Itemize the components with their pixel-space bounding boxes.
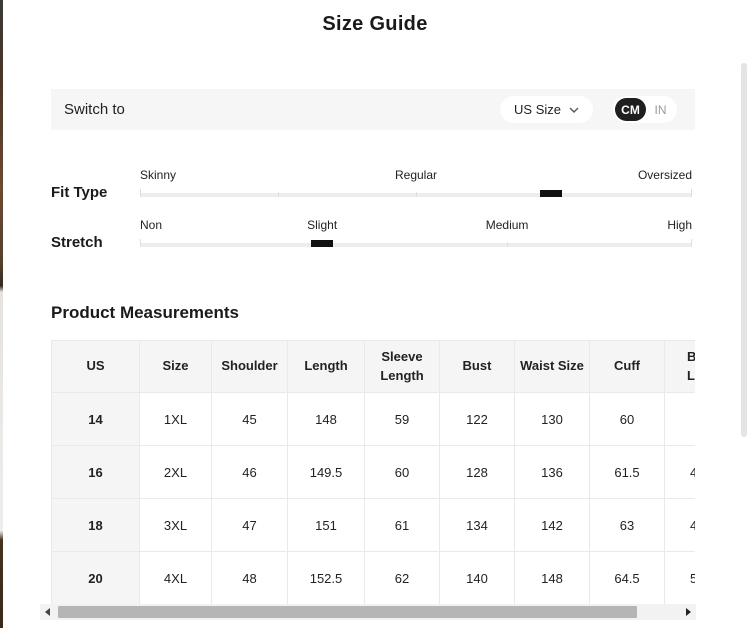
cell-size: 3XL <box>140 499 212 552</box>
switch-to-bar: Switch to US Size CM IN <box>51 89 695 130</box>
cell-cuff: 60 <box>590 393 665 446</box>
cell-sleeve-length: 61 <box>365 499 440 552</box>
fit-type-track <box>140 193 692 197</box>
product-measurements-heading: Product Measurements <box>51 303 239 323</box>
table-row: 20 4XL 48 152.5 62 140 148 64.5 5 <box>52 552 696 605</box>
cell-length: 151 <box>288 499 365 552</box>
measurements-table: US Size Shoulder Length Sleeve Length Bu… <box>51 340 695 604</box>
fit-type-indicator <box>540 190 562 197</box>
size-system-dropdown[interactable]: US Size <box>500 96 593 123</box>
page-title: Size Guide <box>0 13 750 36</box>
stretch-scale-medium: Medium <box>486 218 529 232</box>
cell-us: 16 <box>52 446 140 499</box>
col-header-bust: Bust <box>440 341 515 393</box>
col-header-sleeve-length: Sleeve Length <box>365 341 440 393</box>
fit-type-label: Fit Type <box>51 184 107 201</box>
unit-toggle: CM IN <box>613 96 677 123</box>
table-header-row: US Size Shoulder Length Sleeve Length Bu… <box>52 341 696 393</box>
size-guide-modal: Size Guide Switch to US Size CM IN Fit T… <box>0 0 750 628</box>
scroll-left-arrow-icon[interactable] <box>45 608 50 616</box>
col-header-length: Length <box>288 341 365 393</box>
vertical-scrollbar-thumb[interactable] <box>741 63 747 437</box>
cell-size: 4XL <box>140 552 212 605</box>
switch-bar-controls: US Size CM IN <box>500 96 677 123</box>
cell-bust: 128 <box>440 446 515 499</box>
cell-length: 152.5 <box>288 552 365 605</box>
horizontal-scrollbar-thumb[interactable] <box>58 606 637 618</box>
unit-in-button[interactable]: IN <box>646 98 675 121</box>
stretch-slider: Non Slight Medium High <box>140 213 692 253</box>
col-header-cuff: Cuff <box>590 341 665 393</box>
cell-waist-size: 130 <box>515 393 590 446</box>
cell-cuff: 61.5 <box>590 446 665 499</box>
cell-size: 2XL <box>140 446 212 499</box>
stretch-scale-high: High <box>667 218 692 232</box>
cell-bust: 134 <box>440 499 515 552</box>
stretch-label: Stretch <box>51 234 103 251</box>
cell-us: 18 <box>52 499 140 552</box>
table-row: 18 3XL 47 151 61 134 142 63 4 <box>52 499 696 552</box>
fit-scale-oversized: Oversized <box>638 168 692 182</box>
cell-sleeve-length: 59 <box>365 393 440 446</box>
col-header-us: US <box>52 341 140 393</box>
stretch-scale-slight: Slight <box>307 218 337 232</box>
cell-clipped: 5 <box>665 552 696 605</box>
cell-shoulder: 47 <box>212 499 288 552</box>
cell-bust: 122 <box>440 393 515 446</box>
cell-cuff: 64.5 <box>590 552 665 605</box>
fit-scale-regular: Regular <box>395 168 437 182</box>
chevron-down-icon <box>569 107 579 113</box>
fit-scale-skinny: Skinny <box>140 168 176 182</box>
switch-to-label: Switch to <box>64 101 125 118</box>
fit-type-slider: Skinny Regular Oversized <box>140 163 692 203</box>
cell-bust: 140 <box>440 552 515 605</box>
cell-waist-size: 142 <box>515 499 590 552</box>
col-header-size: Size <box>140 341 212 393</box>
unit-cm-button[interactable]: CM <box>615 98 646 121</box>
horizontal-scrollbar[interactable] <box>40 604 696 620</box>
table-row: 14 1XL 45 148 59 122 130 60 <box>52 393 696 446</box>
cell-shoulder: 45 <box>212 393 288 446</box>
cell-length: 148 <box>288 393 365 446</box>
stretch-scale-non: Non <box>140 218 162 232</box>
cell-us: 14 <box>52 393 140 446</box>
col-header-shoulder: Shoulder <box>212 341 288 393</box>
stretch-track <box>140 243 692 247</box>
measurements-table-viewport: US Size Shoulder Length Sleeve Length Bu… <box>51 340 695 604</box>
cell-sleeve-length: 62 <box>365 552 440 605</box>
cell-clipped <box>665 393 696 446</box>
cell-sleeve-length: 60 <box>365 446 440 499</box>
scroll-right-arrow-icon[interactable] <box>686 608 691 616</box>
cell-us: 20 <box>52 552 140 605</box>
cell-clipped: 4 <box>665 446 696 499</box>
cell-cuff: 63 <box>590 499 665 552</box>
cell-length: 149.5 <box>288 446 365 499</box>
col-header-clipped: B Le <box>665 341 696 393</box>
background-page-edge <box>0 0 3 628</box>
size-system-value: US Size <box>514 102 561 117</box>
cell-shoulder: 46 <box>212 446 288 499</box>
cell-clipped: 4 <box>665 499 696 552</box>
cell-waist-size: 136 <box>515 446 590 499</box>
stretch-indicator <box>311 240 333 247</box>
table-row: 16 2XL 46 149.5 60 128 136 61.5 4 <box>52 446 696 499</box>
cell-waist-size: 148 <box>515 552 590 605</box>
col-header-waist-size: Waist Size <box>515 341 590 393</box>
cell-size: 1XL <box>140 393 212 446</box>
cell-shoulder: 48 <box>212 552 288 605</box>
